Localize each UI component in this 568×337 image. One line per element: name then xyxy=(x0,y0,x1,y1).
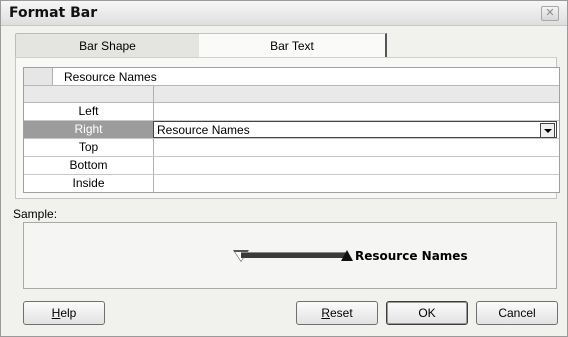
bar-text-grid: Resource Names Left Right Resource Names… xyxy=(23,67,560,193)
grid-row-bottom[interactable]: Bottom xyxy=(24,157,559,175)
grid-column-header-row xyxy=(24,86,559,103)
sample-bar-text: Resource Names xyxy=(355,249,468,263)
ok-button[interactable]: OK xyxy=(386,301,468,325)
tab-bar-text[interactable]: Bar Text xyxy=(199,33,387,58)
row-label-inside: Inside xyxy=(24,175,154,192)
tab-strip: Bar Shape Bar Text xyxy=(15,33,555,58)
row-label-left: Left xyxy=(24,103,154,120)
cancel-button[interactable]: Cancel xyxy=(476,301,558,325)
reset-button[interactable]: Reset xyxy=(296,301,378,325)
help-button[interactable]: Help xyxy=(23,301,105,325)
sample-preview: Resource Names xyxy=(23,222,557,289)
row-label-right: Right xyxy=(24,121,154,138)
grid-corner-cell xyxy=(24,68,53,85)
row-value-right-select[interactable]: Resource Names xyxy=(153,121,557,138)
title-bar: Format Bar ✕ xyxy=(1,1,567,26)
grid-row-left[interactable]: Left xyxy=(24,103,559,121)
close-icon[interactable]: ✕ xyxy=(541,6,559,21)
row-value-right-text: Resource Names xyxy=(157,123,250,137)
grid-header-value[interactable]: Resource Names xyxy=(64,70,157,84)
sample-label: Sample: xyxy=(13,207,58,221)
sample-bar xyxy=(241,252,346,258)
help-button-label: Help xyxy=(51,306,77,320)
row-label-bottom: Bottom xyxy=(24,157,154,174)
row-value-bottom[interactable] xyxy=(154,157,559,174)
format-bar-dialog: Format Bar ✕ Bar Shape Bar Text Resource… xyxy=(0,0,568,337)
grid-row-top[interactable]: Top xyxy=(24,139,559,157)
dialog-title: Format Bar xyxy=(9,5,98,21)
row-value-top[interactable] xyxy=(154,139,559,156)
reset-button-label: Reset xyxy=(321,306,353,320)
grid-row-right[interactable]: Right Resource Names xyxy=(24,121,559,139)
tab-bar-shape[interactable]: Bar Shape xyxy=(15,33,200,58)
row-value-left[interactable] xyxy=(154,103,559,120)
grid-row-inside[interactable]: Inside xyxy=(24,175,559,192)
row-label-top: Top xyxy=(24,139,154,156)
grid-column-divider xyxy=(153,86,154,102)
bar-end-marker-icon xyxy=(341,250,353,261)
chevron-down-icon[interactable] xyxy=(540,123,555,138)
row-value-inside[interactable] xyxy=(154,175,559,192)
grid-header-row: Resource Names xyxy=(24,68,559,86)
